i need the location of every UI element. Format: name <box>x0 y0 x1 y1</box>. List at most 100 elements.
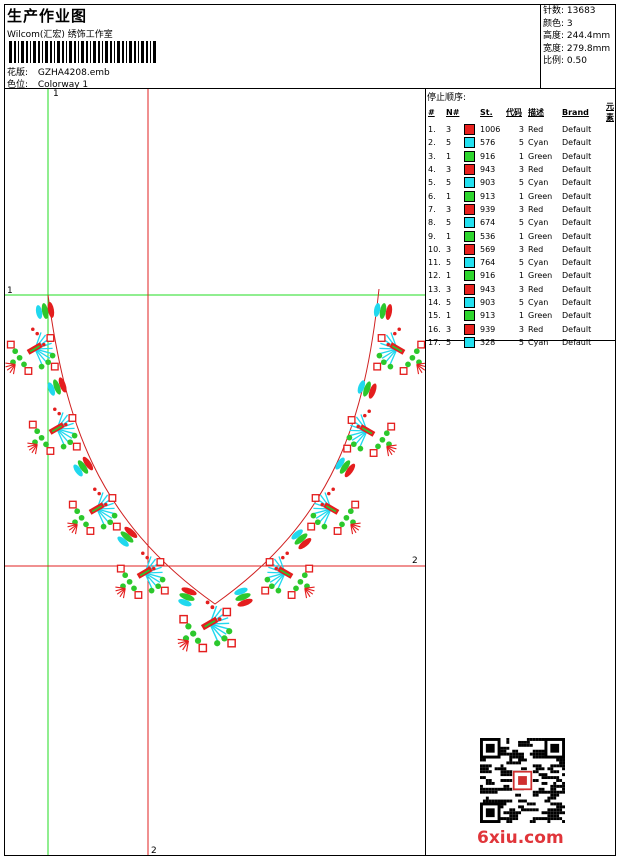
color-swatch <box>464 190 475 202</box>
row-description: Cyan <box>528 298 549 307</box>
row-needle: 3 <box>446 165 452 175</box>
row-brand: Default <box>562 204 592 214</box>
row-brand: Default <box>562 271 592 281</box>
row-needle: 3 <box>446 284 452 294</box>
row-stitches: 536 <box>480 231 496 241</box>
row-stitches: 916 <box>480 151 496 161</box>
row-element <box>604 243 620 256</box>
row-element <box>604 269 620 282</box>
table-row: 9. 1 536 1 Green Default <box>426 229 620 242</box>
color-swatch <box>464 124 475 136</box>
row-code: 5 <box>518 218 524 228</box>
color-swatch <box>464 270 475 282</box>
row-code: 3 <box>518 204 524 214</box>
table-row: 16. 3 939 3 Red Default <box>426 322 620 335</box>
row-index: 1. <box>428 125 436 135</box>
row-index: 16. <box>428 324 441 334</box>
row-needle: 3 <box>446 125 452 135</box>
table-row: 7. 3 939 3 Red Default <box>426 203 620 216</box>
color-swatch <box>464 297 475 308</box>
row-stitches: 913 <box>480 311 496 321</box>
header-left: 生产作业图 Wilcom(汇宏) 绣饰工作室 花版: GZHA4208.emb … <box>5 5 540 90</box>
row-brand: Default <box>562 244 592 254</box>
color-swatch <box>464 257 475 269</box>
row-swatch <box>462 269 478 282</box>
col-code: 代码 <box>506 107 522 117</box>
row-needle: 5 <box>446 138 452 148</box>
row-element <box>604 322 620 335</box>
table-row: 17. 5 328 5 Cyan Default <box>426 336 620 349</box>
row-code: 5 <box>518 298 524 307</box>
row-stitches: 903 <box>480 178 496 188</box>
col-needle: N# <box>446 107 460 117</box>
row-needle: 5 <box>446 178 452 188</box>
col-brand: Brand <box>562 107 589 117</box>
row-swatch <box>462 163 478 176</box>
table-row: 15. 1 913 1 Green Default <box>426 309 620 322</box>
row-index: 15. <box>428 311 441 321</box>
row-code: 3 <box>518 165 524 175</box>
row-index: 4. <box>428 165 436 175</box>
row-swatch <box>462 309 478 322</box>
row-stitches: 943 <box>480 284 496 294</box>
row-element <box>604 296 620 309</box>
studio-subtitle: Wilcom(汇宏) 绣饰工作室 <box>7 30 113 40</box>
row-description: Red <box>528 324 544 334</box>
row-element <box>604 176 620 189</box>
row-description: Green <box>528 191 553 201</box>
watermark-logo: 6xiu.com <box>477 828 564 848</box>
page-title: 生产作业图 <box>7 7 88 25</box>
color-swatch <box>464 217 475 229</box>
row-code: 3 <box>518 125 524 135</box>
row-description: Red <box>528 165 544 175</box>
row-needle: 3 <box>446 204 452 214</box>
row-swatch <box>462 123 478 136</box>
design-canvas: 1 1 2 2 <box>5 89 425 855</box>
row-needle: 1 <box>446 191 452 201</box>
col-description: 描述 <box>528 107 544 117</box>
table-row: 6. 1 913 1 Green Default <box>426 189 620 202</box>
row-element <box>604 256 620 269</box>
row-index: 2. <box>428 138 436 148</box>
row-code: 5 <box>518 138 524 148</box>
row-stitches: 569 <box>480 244 496 254</box>
color-swatch <box>464 336 475 348</box>
row-stitches: 939 <box>480 324 496 334</box>
col-element: 元素 <box>606 102 614 122</box>
row-element <box>604 283 620 296</box>
row-element <box>604 203 620 216</box>
table-row: 8. 5 674 5 Cyan Default <box>426 216 620 229</box>
specs-panel: 针数: 13683 颜色: 3 高度: 244.4mm 宽度: 279.8mm … <box>540 5 616 88</box>
row-swatch <box>462 322 478 335</box>
row-swatch <box>462 243 478 256</box>
row-element <box>604 123 620 136</box>
row-swatch <box>462 189 478 202</box>
color-swatch <box>464 230 475 242</box>
row-description: Red <box>528 244 544 254</box>
row-brand: Default <box>562 191 592 201</box>
row-stitches: 576 <box>480 138 496 148</box>
row-stitches: 913 <box>480 191 496 201</box>
row-stitches: 328 <box>480 337 496 347</box>
color-swatch <box>464 243 475 255</box>
col-index: # <box>428 107 435 117</box>
table-row: 5. 5 903 5 Cyan Default <box>426 176 620 189</box>
row-code: 3 <box>518 324 524 334</box>
row-needle: 5 <box>446 258 452 268</box>
color-swatch <box>464 164 475 176</box>
row-needle: 5 <box>446 337 452 347</box>
row-needle: 5 <box>446 218 452 228</box>
stop-sequence-table: # N# St. 代码 描述 Brand 元素 1. 3 1006 3 Red Defau… <box>426 101 620 349</box>
row-index: 3. <box>428 151 436 161</box>
row-index: 8. <box>428 218 436 228</box>
row-brand: Default <box>562 311 592 321</box>
row-index: 9. <box>428 231 436 241</box>
row-code: 3 <box>518 244 524 254</box>
row-code: 5 <box>518 258 524 268</box>
table-row: 4. 3 943 3 Red Default <box>426 163 620 176</box>
barcode-icon <box>9 41 156 63</box>
row-index: 17. <box>428 337 441 347</box>
guide-label-h2: 2 <box>412 556 418 566</box>
row-stitches: 764 <box>480 258 496 268</box>
guide-label-h1: 1 <box>7 286 13 296</box>
